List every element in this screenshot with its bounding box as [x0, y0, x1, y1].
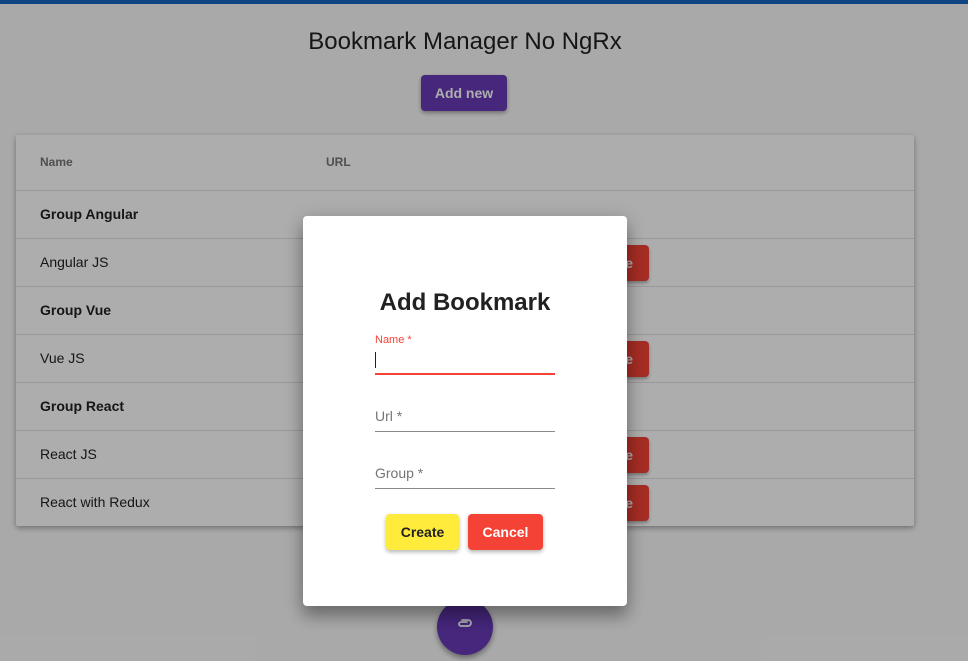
name-field-label: Name * — [375, 334, 412, 346]
cancel-button[interactable]: Cancel — [468, 514, 543, 550]
url-input[interactable] — [375, 406, 555, 428]
name-input[interactable] — [375, 348, 555, 370]
group-field-underline — [375, 488, 555, 489]
name-field[interactable]: Name * — [375, 334, 555, 376]
create-button[interactable]: Create — [386, 514, 459, 550]
dialog-title: Add Bookmark — [379, 289, 551, 316]
add-bookmark-dialog: Add Bookmark Name * Url * Group * Create… — [303, 216, 627, 606]
group-input[interactable] — [375, 463, 555, 485]
url-field[interactable]: Url * — [375, 406, 555, 432]
name-field-underline — [375, 373, 555, 375]
group-field[interactable]: Group * — [375, 463, 555, 489]
url-field-underline — [375, 431, 555, 432]
